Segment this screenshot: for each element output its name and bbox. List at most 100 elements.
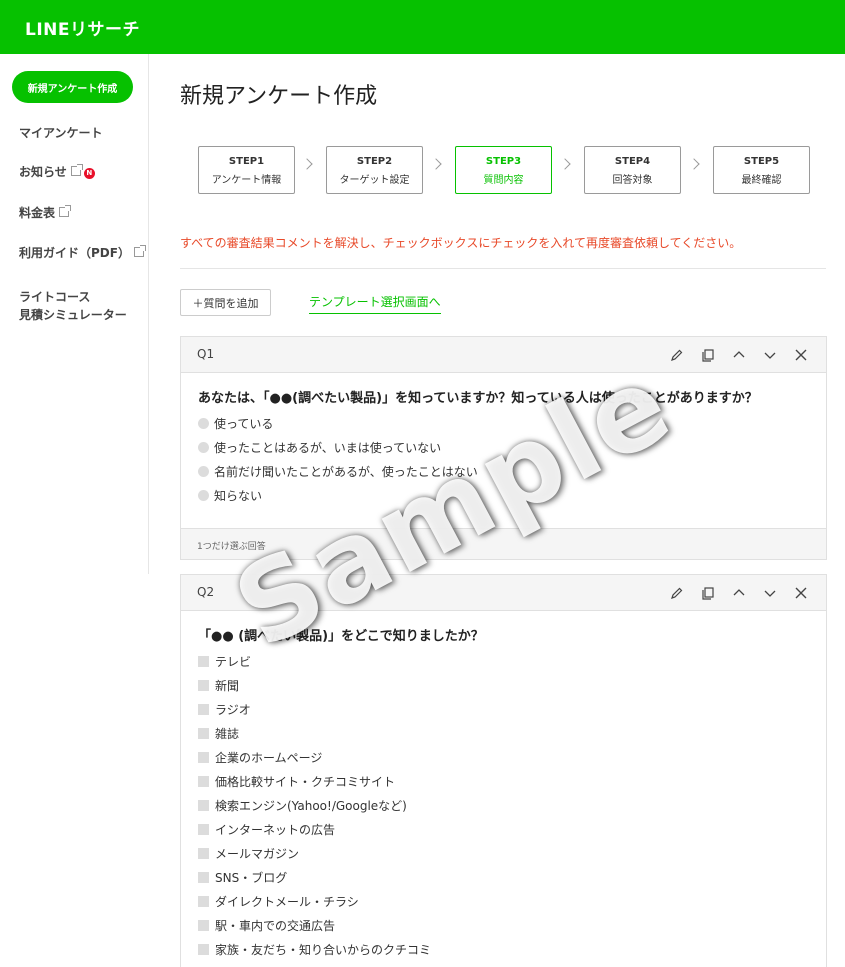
checkbox-option[interactable]: 雑誌 — [198, 726, 239, 742]
checkbox-option[interactable]: メールマガジン — [198, 846, 299, 862]
checkbox[interactable] — [198, 872, 209, 883]
question-text: 「●● (調べたい製品)」をどこで知りましたか？ — [198, 629, 484, 644]
pencil-icon[interactable] — [661, 583, 692, 603]
step-1[interactable]: STEP1 アンケート情報 — [198, 146, 295, 194]
option-label: 検索エンジン(Yahoo!/Googleなど) — [215, 799, 407, 813]
sidebar-item-pricing[interactable]: 料金表 — [19, 204, 72, 222]
radio-button[interactable] — [198, 418, 209, 429]
add-question-button[interactable]: ＋質問を追加 — [180, 289, 271, 316]
option-label: 名前だけ聞いたことがあるが、使ったことはない — [214, 465, 478, 479]
sidebar-item-label: 料金表 — [19, 206, 56, 220]
option-label: 価格比較サイト・クチコミサイト — [215, 775, 396, 789]
checkbox[interactable] — [198, 704, 209, 715]
close-icon[interactable] — [785, 345, 816, 365]
new-badge: N — [83, 168, 95, 179]
sidebar-item-news[interactable]: お知らせ N — [19, 163, 95, 181]
checkbox-option[interactable]: SNS・ブログ — [198, 870, 287, 886]
chevron-down-icon[interactable] — [754, 583, 785, 603]
step-number: STEP4 — [614, 156, 651, 167]
checkbox-option[interactable]: 検索エンジン(Yahoo!/Googleなど) — [198, 798, 407, 814]
step-label: 回答対象 — [612, 175, 653, 186]
sidebar-item-guide[interactable]: 利用ガイド（PDF） — [19, 244, 146, 262]
external-link-icon — [70, 164, 83, 176]
checkbox-option[interactable]: インターネットの広告 — [198, 822, 335, 838]
checkbox[interactable] — [198, 848, 209, 859]
radio-option[interactable]: 使っている — [198, 416, 273, 432]
step-number: STEP2 — [356, 156, 393, 167]
chevron-up-icon[interactable] — [723, 583, 754, 603]
checkbox[interactable] — [198, 896, 209, 907]
radio-option[interactable]: 名前だけ聞いたことがあるが、使ったことはない — [198, 464, 478, 480]
checkbox-option[interactable]: ダイレクトメール・チラシ — [198, 894, 359, 910]
option-label: 駅・車内での交通広告 — [215, 919, 336, 933]
option-label: ラジオ — [215, 703, 251, 717]
checkbox[interactable] — [198, 800, 209, 811]
radio-button[interactable] — [198, 466, 209, 477]
chevron-right-icon — [430, 158, 442, 170]
chevron-down-icon[interactable] — [754, 345, 785, 365]
radio-button[interactable] — [198, 490, 209, 501]
option-label: 雑誌 — [215, 727, 240, 741]
step-label: アンケート情報 — [211, 175, 282, 186]
question-number: Q1 — [197, 347, 215, 361]
question-card-q1: Q1 あなたは、「●●(調べたい製品)」を知っていますか？知っている人は使ったこ… — [180, 336, 827, 560]
divider — [180, 268, 826, 269]
checkbox[interactable] — [198, 656, 209, 667]
question-card-q2: Q2 「●● (調べたい製品)」をどこで知りましたか？ テレビ 新聞 ラジオ 雑… — [180, 574, 827, 967]
checkbox[interactable] — [198, 944, 209, 955]
checkbox[interactable] — [198, 776, 209, 787]
option-label: 新聞 — [215, 679, 240, 693]
copy-icon[interactable] — [692, 345, 723, 365]
sidebar-item-light-course[interactable]: ライトコース 見積シミュレーター — [19, 288, 127, 324]
question-header: Q1 — [181, 337, 826, 373]
option-label: メールマガジン — [215, 847, 300, 861]
option-label: インターネットの広告 — [215, 823, 336, 837]
external-link-icon — [59, 205, 72, 217]
checkbox[interactable] — [198, 824, 209, 835]
radio-option[interactable]: 使ったことはあるが、いまは使っていない — [198, 440, 441, 456]
checkbox-option[interactable]: 企業のホームページ — [198, 750, 322, 766]
checkbox[interactable] — [198, 728, 209, 739]
copy-icon[interactable] — [692, 583, 723, 603]
sidebar-item-label: 見積シミュレーター — [19, 308, 127, 322]
checkbox-option[interactable]: 家族・友だち・知り合いからのクチコミ — [198, 942, 431, 958]
answer-type-label: 1つだけ選ぶ回答 — [197, 542, 266, 552]
close-icon[interactable] — [785, 583, 816, 603]
template-select-link[interactable]: テンプレート選択画面へ — [309, 293, 441, 314]
option-label: SNS・ブログ — [215, 871, 288, 885]
question-tools — [661, 583, 816, 603]
sidebar-item-my-surveys[interactable]: マイアンケート — [19, 124, 103, 142]
question-tools — [661, 345, 816, 365]
checkbox[interactable] — [198, 752, 209, 763]
checkbox-option[interactable]: 価格比較サイト・クチコミサイト — [198, 774, 395, 790]
checkbox[interactable] — [198, 920, 209, 931]
checkbox-option[interactable]: ラジオ — [198, 702, 251, 718]
chevron-right-icon — [559, 158, 571, 170]
radio-button[interactable] — [198, 442, 209, 453]
sidebar-item-label: 利用ガイド（PDF） — [19, 246, 130, 260]
step-2[interactable]: STEP2 ターゲット設定 — [326, 146, 423, 194]
checkbox-option[interactable]: テレビ — [198, 654, 251, 670]
checkbox-option[interactable]: 駅・車内での交通広告 — [198, 918, 335, 934]
step-3[interactable]: STEP3 質問内容 — [455, 146, 552, 194]
step-label: 質問内容 — [483, 175, 524, 186]
step-number: STEP5 — [743, 156, 780, 167]
new-survey-button[interactable]: 新規アンケート作成 — [12, 71, 133, 103]
sidebar-item-label: ライトコース — [19, 290, 91, 304]
sidebar-item-label: マイアンケート — [19, 126, 103, 140]
pencil-icon[interactable] — [661, 345, 692, 365]
external-link-icon — [133, 245, 146, 257]
step-4[interactable]: STEP4 回答対象 — [584, 146, 681, 194]
step-label: 最終確認 — [741, 175, 782, 186]
chevron-up-icon[interactable] — [723, 345, 754, 365]
app-logo[interactable]: LINEリサーチ — [25, 15, 140, 40]
option-label: 使っている — [214, 417, 274, 431]
sidebar-item-label: お知らせ — [19, 165, 67, 179]
chevron-right-icon — [688, 158, 700, 170]
step-5[interactable]: STEP5 最終確認 — [713, 146, 810, 194]
option-label: 家族・友だち・知り合いからのクチコミ — [215, 943, 432, 957]
checkbox[interactable] — [198, 680, 209, 691]
checkbox-option[interactable]: 新聞 — [198, 678, 239, 694]
radio-option[interactable]: 知らない — [198, 488, 262, 504]
review-warning-message: すべての審査結果コメントを解決し、チェックボックスにチェックを入れて再度審査依頼… — [180, 236, 742, 250]
